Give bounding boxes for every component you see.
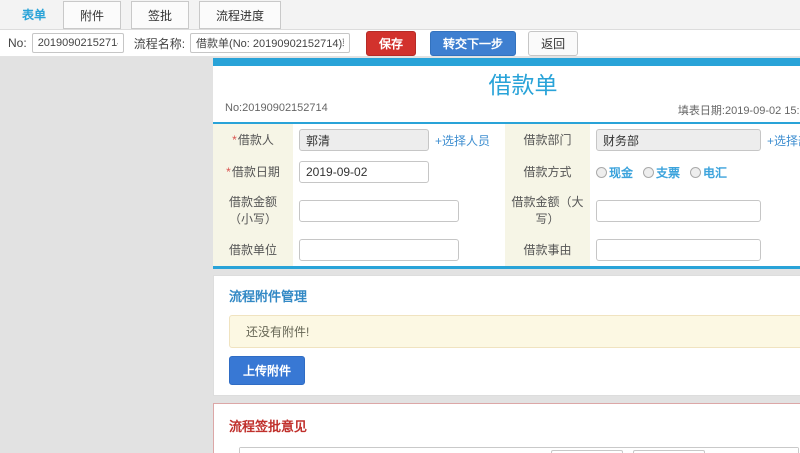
loan-reason-field <box>590 234 800 266</box>
panel-top-bar <box>213 58 800 66</box>
panel-bottom-bar <box>213 266 800 269</box>
borrower-field: +选择人员 <box>293 124 505 156</box>
amount-small-input[interactable] <box>299 200 459 222</box>
borrower-label: *借款人 <box>213 124 293 156</box>
select-department-link[interactable]: +选择部门 <box>767 132 800 149</box>
loan-unit-label: 借款单位 <box>213 234 293 266</box>
form-title: 借款单 <box>488 72 558 98</box>
toolbar: No: 流程名称: 保存 转交下一步 返回 <box>0 30 800 57</box>
no-input[interactable] <box>31 33 124 53</box>
tab-progress[interactable]: 流程进度 <box>199 1 282 29</box>
upload-attachment-button[interactable]: 上传附件 <box>229 356 306 385</box>
no-label: No: <box>8 36 27 50</box>
no-attachments-alert: 还没有附件! <box>229 315 800 348</box>
amount-big-label: 借款金额（大写） <box>505 188 590 234</box>
tab-attachments[interactable]: 附件 <box>63 1 122 29</box>
loan-unit-field <box>293 234 505 266</box>
attachments-panel: 流程附件管理 还没有附件! 上传附件 <box>213 275 800 396</box>
loan-method-field: 现金 支票 电汇 <box>590 156 800 188</box>
required-asterisk: * <box>226 164 231 179</box>
payment-method-wire-radio[interactable]: 电汇 <box>690 164 727 181</box>
amount-small-field <box>293 188 505 234</box>
loan-unit-input[interactable] <box>299 239 459 261</box>
editor-toolbar: B I abc <box>240 448 798 453</box>
radio-icon <box>643 166 655 178</box>
tab-approval[interactable]: 签批 <box>131 1 190 29</box>
loan-reason-input[interactable] <box>596 239 761 261</box>
back-button[interactable]: 返回 <box>528 30 579 56</box>
form-no-text: No:20190902152714 <box>225 102 328 114</box>
department-label: 借款部门 <box>505 124 590 156</box>
attachments-heading: 流程附件管理 <box>229 289 308 304</box>
radio-icon <box>596 166 607 178</box>
amount-big-field <box>590 188 800 234</box>
form-fill-date: 填表日期:2019-09-02 15:27:1 <box>677 105 800 117</box>
payment-method-cheque-radio[interactable]: 支票 <box>643 164 680 181</box>
save-button[interactable]: 保存 <box>366 30 417 56</box>
loan-reason-label: 借款事由 <box>505 234 590 266</box>
tab-form[interactable]: 表单 <box>10 0 58 29</box>
tab-bar: 表单 附件 签批 流程进度 <box>0 0 800 30</box>
approval-comments-panel: 流程签批意见 B I abc <box>213 403 800 453</box>
loan-form-fields: *借款人 +选择人员 借款部门 +选择部门 *借款日期 借款方式 <box>213 124 800 266</box>
rich-text-editor: B I abc <box>239 447 799 453</box>
main-content: 借款单 No:20190902152714 填表日期:2019-09-02 15… <box>213 58 800 453</box>
department-field: +选择部门 <box>590 124 800 156</box>
select-person-link[interactable]: +选择人员 <box>435 132 490 149</box>
form-meta-row: No:20190902152714 填表日期:2019-09-02 15:27:… <box>213 100 800 122</box>
loan-date-label: *借款日期 <box>213 156 293 188</box>
amount-big-input[interactable] <box>596 200 761 222</box>
process-name-input[interactable] <box>190 33 351 53</box>
borrower-input[interactable] <box>299 129 429 151</box>
approval-heading: 流程签批意见 <box>229 419 308 434</box>
loan-date-field <box>293 156 505 188</box>
radio-icon <box>690 166 702 178</box>
loan-date-input[interactable] <box>299 161 429 183</box>
loan-form-panel: 借款单 No:20190902152714 填表日期:2019-09-02 15… <box>213 58 800 269</box>
loan-method-label: 借款方式 <box>505 156 590 188</box>
process-name-label: 流程名称: <box>133 36 186 51</box>
department-input[interactable] <box>596 129 761 151</box>
amount-small-label: 借款金额（小写） <box>213 188 293 234</box>
payment-method-cash-radio[interactable]: 现金 <box>596 164 633 181</box>
forward-next-step-button[interactable]: 转交下一步 <box>430 30 517 56</box>
required-asterisk: * <box>232 132 237 147</box>
